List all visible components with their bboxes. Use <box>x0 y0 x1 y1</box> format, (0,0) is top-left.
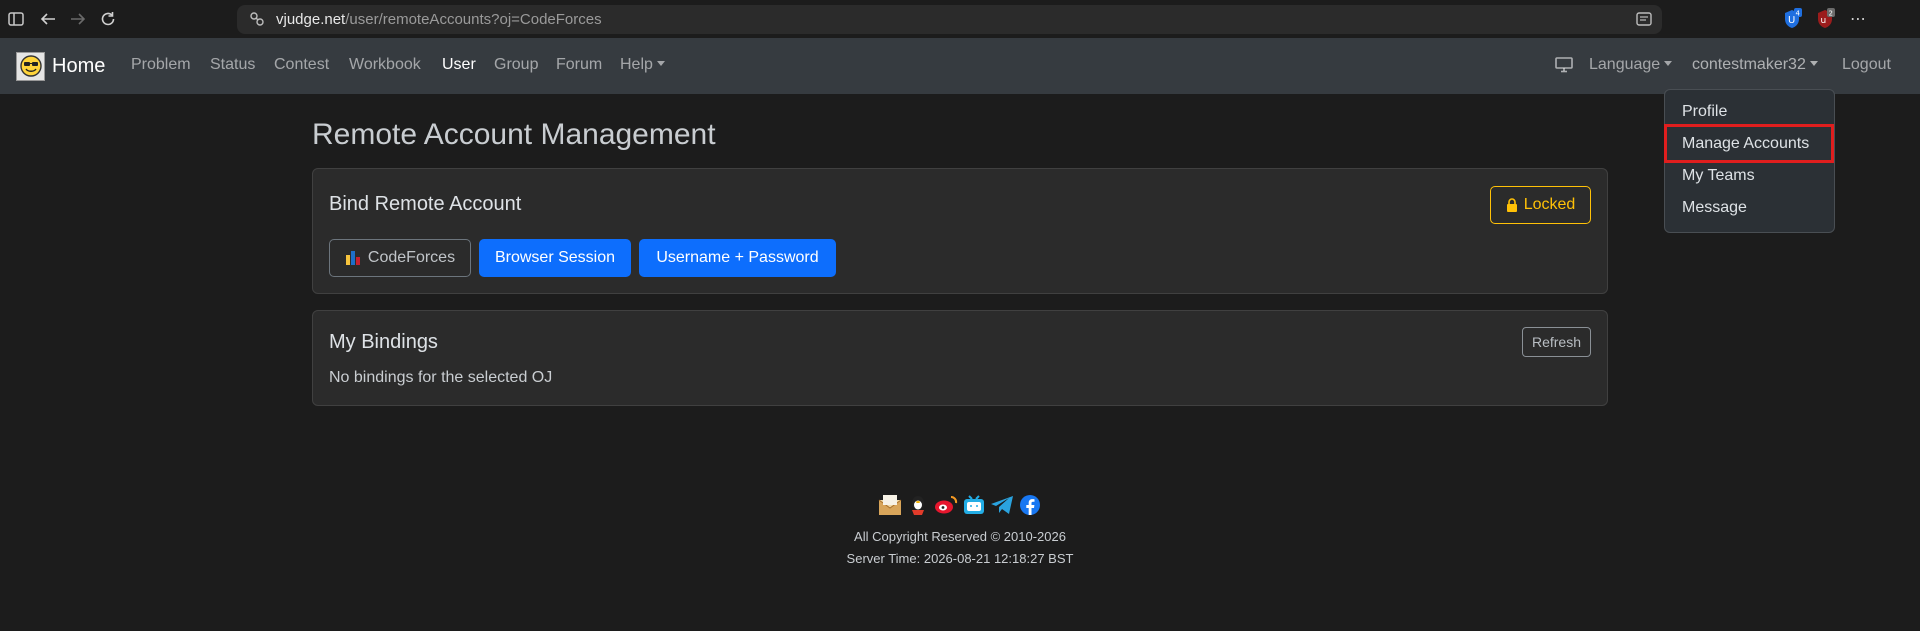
smiley-logo-icon <box>16 51 45 81</box>
more-icon[interactable]: ⋯ <box>1846 7 1870 31</box>
oj-select-button[interactable]: CodeForces <box>329 239 471 277</box>
chevron-down-icon <box>1664 61 1673 66</box>
username-password-button[interactable]: Username + Password <box>639 239 836 277</box>
my-bindings-card: My Bindings Refresh No bindings for the … <box>312 310 1608 406</box>
weibo-icon[interactable] <box>934 493 958 517</box>
bindings-card-title: My Bindings <box>329 331 438 353</box>
brand-link[interactable]: Home <box>16 50 105 82</box>
empty-bindings-text: No bindings for the selected OJ <box>329 369 553 386</box>
svg-text:2: 2 <box>1829 10 1833 18</box>
browser-session-button[interactable]: Browser Session <box>479 239 631 277</box>
nav-problem[interactable]: Problem <box>131 56 191 74</box>
url-text: vjudge.net/user/remoteAccounts?oj=CodeFo… <box>276 11 602 28</box>
reload-icon[interactable] <box>96 7 120 31</box>
dropdown-item-message[interactable]: Message <box>1682 199 1747 217</box>
nav-user-menu[interactable]: contestmaker32 <box>1692 56 1818 74</box>
chevron-down-icon <box>1809 61 1818 66</box>
bind-card-title: Bind Remote Account <box>329 193 522 215</box>
nav-language-label: Language <box>1589 56 1661 73</box>
site-info-icon[interactable] <box>249 11 265 32</box>
shield-extension-icon[interactable]: U4 <box>1782 8 1802 28</box>
reader-mode-icon[interactable] <box>1636 12 1652 31</box>
dropdown-item-my-teams[interactable]: My Teams <box>1682 167 1755 185</box>
back-icon[interactable] <box>36 7 60 31</box>
forward-icon[interactable] <box>66 7 90 31</box>
email-icon[interactable] <box>878 493 902 517</box>
nav-help-label: Help <box>620 56 653 73</box>
monitor-icon[interactable] <box>1555 57 1573 78</box>
bilibili-icon[interactable] <box>962 493 986 517</box>
facebook-icon[interactable] <box>1018 493 1042 517</box>
nav-contest[interactable]: Contest <box>274 56 329 74</box>
nav-forum[interactable]: Forum <box>556 56 602 74</box>
highlight-box <box>1664 124 1834 163</box>
nav-logout[interactable]: Logout <box>1842 56 1891 74</box>
brand-label: Home <box>52 54 106 77</box>
telegram-icon[interactable] <box>990 493 1014 517</box>
nav-status[interactable]: Status <box>210 56 255 74</box>
locked-label: Locked <box>1523 196 1576 213</box>
oj-select-label: CodeForces <box>367 249 456 266</box>
copyright-text: All Copyright Reserved © 2010-2026 <box>854 529 1066 544</box>
nav-help[interactable]: Help <box>620 56 665 74</box>
site-navbar: Home Problem Status Contest Workbook Use… <box>0 38 1920 94</box>
chevron-down-icon <box>656 61 665 66</box>
page-title: Remote Account Management <box>312 118 716 151</box>
locked-badge[interactable]: Locked <box>1490 186 1591 224</box>
address-bar[interactable]: vjudge.net/user/remoteAccounts?oj=CodeFo… <box>237 5 1662 34</box>
dropdown-item-profile[interactable]: Profile <box>1682 103 1727 121</box>
svg-text:u: u <box>1821 16 1827 26</box>
nav-workbook[interactable]: Workbook <box>349 56 421 74</box>
refresh-button[interactable]: Refresh <box>1522 327 1591 357</box>
footer-social-links <box>878 493 1042 517</box>
nav-user[interactable]: User <box>442 56 476 74</box>
lock-icon <box>1506 198 1518 212</box>
svg-text:4: 4 <box>1796 10 1801 18</box>
server-time-text: Server Time: 2026-08-21 12:18:27 BST <box>846 551 1074 566</box>
qq-icon[interactable] <box>906 493 930 517</box>
codeforces-icon <box>345 251 361 265</box>
nav-language[interactable]: Language <box>1589 56 1673 74</box>
username-label: contestmaker32 <box>1692 56 1806 73</box>
svg-text:U: U <box>1788 15 1795 26</box>
bind-remote-account-card: Bind Remote Account Locked CodeForces Br… <box>312 168 1608 294</box>
sidebar-icon[interactable] <box>4 7 28 31</box>
browser-toolbar: vjudge.net/user/remoteAccounts?oj=CodeFo… <box>0 0 1920 38</box>
ublock-extension-icon[interactable]: u2 <box>1815 8 1835 28</box>
nav-group[interactable]: Group <box>494 56 538 74</box>
